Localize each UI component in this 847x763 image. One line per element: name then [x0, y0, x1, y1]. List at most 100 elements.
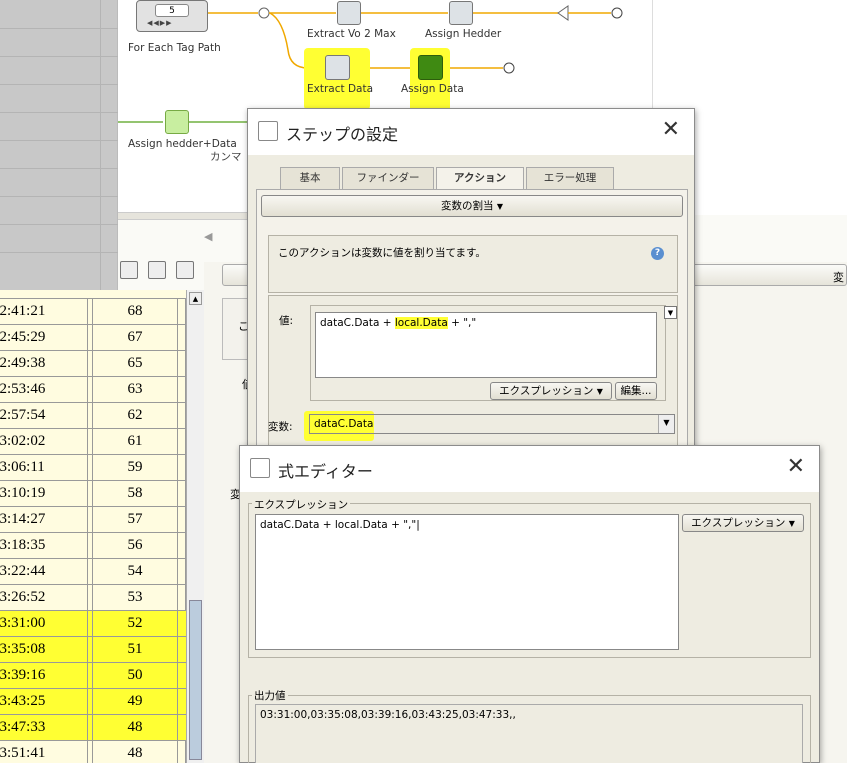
table-row[interactable]: 03:26:5253 [0, 585, 186, 611]
scroll-up-icon[interactable]: ▲ [189, 292, 202, 305]
assign-hedder-data-node[interactable] [165, 110, 189, 134]
table-row[interactable]: 03:51:4148 [0, 741, 186, 763]
value-cell[interactable]: 51 [92, 637, 178, 662]
value-cell[interactable]: 52 [92, 611, 178, 636]
value-textarea[interactable]: dataC.Data + local.Data + "," [315, 312, 657, 378]
time-cell[interactable]: 03:47:33 [0, 715, 88, 740]
time-cell[interactable]: 03:22:44 [0, 559, 88, 584]
step-settings-title: ステップの設定 [286, 125, 399, 144]
table-scrollbar[interactable]: ▲ [186, 290, 204, 763]
value-text-prefix: dataC.Data + [320, 317, 395, 329]
close-icon[interactable]: ✕ [662, 117, 680, 142]
value-cell[interactable]: 59 [92, 455, 178, 480]
time-cell[interactable]: 03:51:41 [0, 741, 88, 763]
close-icon[interactable]: ✕ [787, 454, 805, 479]
time-cell[interactable]: 03:35:08 [0, 637, 88, 662]
expression-button[interactable]: エクスプレッション ▼ [490, 382, 612, 400]
table-row[interactable]: 02:53:4663 [0, 377, 186, 403]
table-row[interactable]: 03:31:0052 [0, 611, 186, 637]
value-cell[interactable]: 50 [92, 663, 178, 688]
tab-action[interactable]: アクション [436, 167, 524, 189]
table-row[interactable]: 03:35:0851 [0, 637, 186, 663]
table-row[interactable]: 03:47:3348 [0, 715, 186, 741]
help-icon[interactable]: ? [651, 247, 664, 260]
expression-editor-titlebar[interactable]: 式エディター ✕ [240, 446, 819, 492]
table-row[interactable]: 02:49:3865 [0, 351, 186, 377]
output-textarea[interactable]: 03:31:00,03:35:08,03:39:16,03:43:25,03:4… [255, 704, 803, 763]
edit-button[interactable]: 編集... [615, 382, 657, 400]
extract-data-node[interactable] [325, 55, 350, 80]
assign-hedder-node[interactable] [449, 1, 473, 25]
tab-basic[interactable]: 基本 [280, 167, 340, 189]
time-cell[interactable]: 02:41:21 [0, 299, 88, 324]
table-row[interactable]: 03:02:0261 [0, 429, 186, 455]
value-cell[interactable]: 67 [92, 325, 178, 350]
time-cell[interactable]: 03:31:00 [0, 611, 88, 636]
for-each-node[interactable]: 5 ◀◀▶▶ [136, 0, 208, 32]
properties-header-char: 変 [833, 271, 844, 284]
table-row[interactable]: 03:18:3556 [0, 533, 186, 559]
value-cell[interactable]: 54 [92, 559, 178, 584]
action-type-dropdown[interactable]: 変数の割当 ▼ [261, 195, 683, 217]
time-cell[interactable]: 02:45:29 [0, 325, 88, 350]
expression-group-title: エクスプレッション [252, 497, 351, 512]
time-cell[interactable]: 03:26:52 [0, 585, 88, 610]
duplicate-icon[interactable] [148, 261, 166, 279]
action-description: このアクションは変数に値を割り当てます。 [278, 247, 486, 259]
time-cell[interactable]: 03:39:16 [0, 663, 88, 688]
tab-arrow-icon[interactable]: ◀ [204, 230, 212, 243]
expression-insert-button[interactable]: エクスプレッション ▼ [682, 514, 804, 532]
table-toolbar [118, 258, 198, 284]
time-cell[interactable]: 02:49:38 [0, 351, 88, 376]
assign-data-node[interactable] [418, 55, 443, 80]
extract-vo2max-label: Extract Vo 2 Max [307, 28, 396, 40]
value-cell[interactable]: 53 [92, 585, 178, 610]
zoom-icon[interactable] [176, 261, 194, 279]
for-each-counter: 5 [155, 4, 189, 17]
value-cell[interactable]: 68 [92, 299, 178, 324]
extract-vo2max-node[interactable] [337, 1, 361, 25]
expression-textarea[interactable]: dataC.Data + local.Data + ","| [255, 514, 679, 650]
time-cell[interactable]: 02:53:46 [0, 377, 88, 402]
time-cell[interactable]: 03:10:19 [0, 481, 88, 506]
time-cell[interactable]: 03:18:35 [0, 533, 88, 558]
table-row[interactable]: 03:43:2549 [0, 689, 186, 715]
value-cell[interactable]: 65 [92, 351, 178, 376]
time-cell[interactable]: 03:43:25 [0, 689, 88, 714]
scroll-thumb[interactable] [189, 600, 202, 760]
time-cell[interactable]: 03:06:11 [0, 455, 88, 480]
value-cell[interactable]: 49 [92, 689, 178, 714]
value-menu-icon[interactable]: ▼ [664, 306, 677, 319]
variable-select[interactable]: dataC.Data ▼ [309, 414, 675, 434]
value-cell[interactable]: 56 [92, 533, 178, 558]
chevron-down-icon: ▼ [658, 415, 674, 433]
value-text-highlight: local.Data [394, 317, 448, 329]
extract-data-label: Extract Data [307, 83, 374, 95]
time-cell[interactable]: 02:57:54 [0, 403, 88, 428]
step-settings-dialog[interactable]: ステップの設定 ✕ 基本 ファインダー アクション エラー処理 変数の割当 ▼ … [247, 108, 695, 453]
tab-error-handling[interactable]: エラー処理 [526, 167, 614, 189]
value-cell[interactable]: 61 [92, 429, 178, 454]
step-settings-titlebar[interactable]: ステップの設定 ✕ [248, 109, 694, 155]
assign-hedder-label: Assign Hedder [425, 28, 502, 40]
table-row[interactable]: 03:14:2757 [0, 507, 186, 533]
value-cell[interactable]: 58 [92, 481, 178, 506]
expression-text: dataC.Data + local.Data + "," [260, 519, 417, 531]
table-row[interactable]: 02:57:5462 [0, 403, 186, 429]
table-row[interactable]: 02:41:2168 [0, 299, 186, 325]
time-cell[interactable]: 03:14:27 [0, 507, 88, 532]
table-row[interactable]: 03:06:1159 [0, 455, 186, 481]
copy-icon[interactable] [120, 261, 138, 279]
time-cell[interactable]: 03:02:02 [0, 429, 88, 454]
table-row[interactable]: 03:22:4454 [0, 559, 186, 585]
table-row[interactable]: 03:39:1650 [0, 663, 186, 689]
table-row[interactable]: 03:10:1958 [0, 481, 186, 507]
value-cell[interactable]: 62 [92, 403, 178, 428]
tab-finder[interactable]: ファインダー [342, 167, 434, 189]
value-cell[interactable]: 63 [92, 377, 178, 402]
table-row[interactable]: 02:45:2967 [0, 325, 186, 351]
value-cell[interactable]: 48 [92, 715, 178, 740]
value-cell[interactable]: 57 [92, 507, 178, 532]
expression-editor-dialog[interactable]: 式エディター ✕ エクスプレッション dataC.Data + local.Da… [239, 445, 820, 763]
value-cell[interactable]: 48 [92, 741, 178, 763]
